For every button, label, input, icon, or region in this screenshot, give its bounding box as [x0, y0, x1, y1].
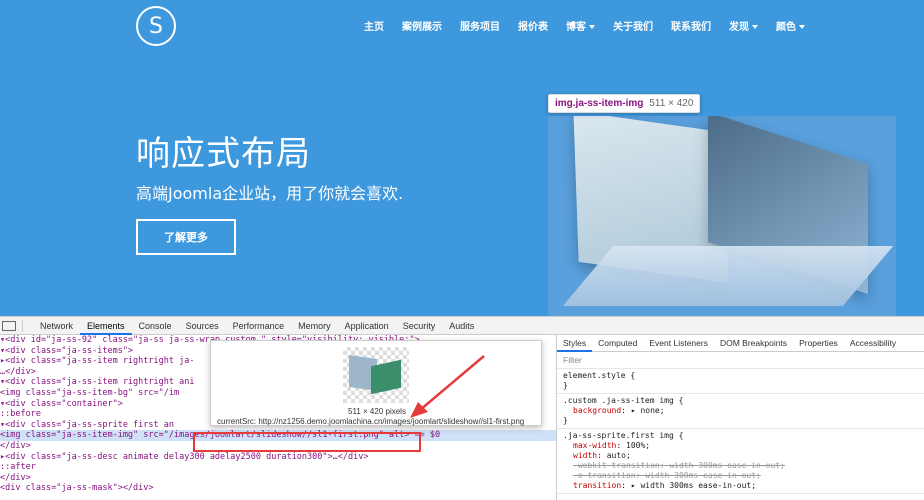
dom-node-line[interactable]: <div class="ja-ss-mask"></div>: [0, 483, 556, 494]
inspected-image-highlight: [548, 116, 896, 316]
tab-event-listeners[interactable]: Event Listeners: [643, 335, 714, 352]
nav-contact-label: 联系我们: [671, 22, 711, 33]
rule-selector[interactable]: .ja-ss-sprite.first img {: [563, 431, 918, 441]
tab-properties[interactable]: Properties: [793, 335, 844, 352]
css-property[interactable]: background: ▸ none;: [563, 406, 918, 416]
slide-image-base: [562, 246, 894, 306]
tab-audits[interactable]: Audits: [442, 317, 481, 335]
css-property[interactable]: transition: ▸ width 300ms ease-in-out;: [563, 481, 918, 491]
website-viewport: S 主页 案例展示 服务项目 报价表 博客 关于我们 联系我们 发现 颜色 响应…: [0, 0, 924, 316]
nav-cases-label: 案例展示: [402, 22, 442, 33]
tooltip-selector: img.ja-ss-item-img: [555, 98, 644, 109]
learn-more-button[interactable]: 了解更多: [136, 219, 236, 255]
property-name: transition: [573, 481, 622, 490]
nav-pricing[interactable]: 报价表: [518, 18, 548, 33]
annotation-arrow-icon: [410, 355, 485, 418]
nav-discover[interactable]: 发现: [729, 18, 758, 33]
main-nav: 主页 案例展示 服务项目 报价表 博客 关于我们 联系我们 发现 颜色: [364, 18, 823, 33]
property-name: width: [573, 451, 598, 460]
property-name: background: [573, 406, 622, 415]
devtools-tabbar: Network Elements Console Sources Perform…: [0, 317, 924, 335]
chevron-down-icon: [752, 25, 758, 29]
thumbnail-shape: [371, 359, 401, 395]
tab-network[interactable]: Network: [33, 317, 80, 335]
tab-computed[interactable]: Computed: [592, 335, 643, 352]
tab-performance[interactable]: Performance: [226, 317, 292, 335]
styles-filter-input[interactable]: Filter: [557, 352, 924, 369]
element-tooltip: img.ja-ss-item-img 511 × 420: [548, 94, 701, 113]
css-property-overridden[interactable]: -webkit-transition: width 300ms ease-in-…: [563, 461, 918, 471]
device-toolbar-icon[interactable]: [2, 320, 16, 331]
nav-about-label: 关于我们: [613, 22, 653, 33]
tab-dom-breakpoints[interactable]: DOM Breakpoints: [714, 335, 793, 352]
chevron-down-icon: [799, 25, 805, 29]
image-preview-popup: 511 × 420 pixels currentSrc: http://nz12…: [210, 340, 542, 426]
css-property[interactable]: max-width: 100%;: [563, 441, 918, 451]
property-value: width 300ms ease-in-out;: [669, 461, 785, 470]
nav-blog[interactable]: 博客: [566, 18, 595, 33]
tabbar-divider: [22, 319, 23, 332]
hero-subtitle: 高端Joomla企业站，用了你就会喜欢.: [136, 184, 404, 203]
dom-node-line[interactable]: ▸<div class="ja-ss-desc animate delay300…: [0, 452, 556, 463]
nav-services[interactable]: 服务项目: [460, 18, 500, 33]
css-rule: .ja-ss-sprite.first img { max-width: 100…: [557, 429, 924, 494]
tooltip-dimensions: 511 × 420: [649, 98, 694, 109]
tab-memory[interactable]: Memory: [291, 317, 338, 335]
nav-pricing-label: 报价表: [518, 22, 548, 33]
site-logo[interactable]: S: [136, 6, 176, 46]
tab-console[interactable]: Console: [132, 317, 179, 335]
css-rule: .custom .ja-ss-item img { background: ▸ …: [557, 394, 924, 429]
nav-home-label: 主页: [364, 22, 384, 33]
property-value: width 300ms ease-in-out;: [645, 471, 761, 480]
nav-blog-label: 博客: [566, 22, 586, 33]
property-value: 100%;: [626, 441, 651, 450]
tab-accessibility[interactable]: Accessibility: [844, 335, 902, 352]
nav-services-label: 服务项目: [460, 22, 500, 33]
nav-about[interactable]: 关于我们: [613, 18, 653, 33]
property-value: auto;: [606, 451, 631, 460]
css-property-overridden[interactable]: -o-transition: width 300ms ease-in-out;: [563, 471, 918, 481]
tab-elements[interactable]: Elements: [80, 317, 132, 335]
property-value: ▸ none;: [630, 406, 665, 415]
tab-application[interactable]: Application: [338, 317, 396, 335]
tab-sources[interactable]: Sources: [179, 317, 226, 335]
hero-title: 响应式布局: [136, 134, 311, 174]
annotation-highlight-box: [193, 432, 421, 452]
css-property[interactable]: width: auto;: [563, 451, 918, 461]
nav-color[interactable]: 颜色: [776, 18, 805, 33]
image-size-text: 511 × 420 pixels: [348, 407, 406, 416]
tab-styles[interactable]: Styles: [557, 335, 593, 352]
logo-letter: S: [149, 13, 163, 39]
dom-node-line[interactable]: ::after: [0, 462, 556, 473]
rule-selector[interactable]: element.style {: [563, 371, 918, 381]
property-name: -o-transition: [573, 471, 636, 480]
css-rule: element.style { }: [557, 369, 924, 394]
rule-close: }: [563, 416, 568, 425]
property-name: max-width: [573, 441, 617, 450]
styles-pane: Styles Computed Event Listeners DOM Brea…: [557, 335, 924, 500]
rule-close: }: [563, 381, 568, 390]
property-name: -webkit-transition: [573, 461, 660, 470]
nav-color-label: 颜色: [776, 22, 796, 33]
nav-contact[interactable]: 联系我们: [671, 18, 711, 33]
nav-home[interactable]: 主页: [364, 18, 384, 33]
styles-tabbar: Styles Computed Event Listeners DOM Brea…: [557, 335, 924, 352]
tab-security[interactable]: Security: [396, 317, 443, 335]
dom-node-line[interactable]: </div>: [0, 473, 556, 484]
chevron-down-icon: [589, 25, 595, 29]
rule-selector[interactable]: .custom .ja-ss-item img {: [563, 396, 918, 406]
nav-discover-label: 发现: [729, 22, 749, 33]
property-value: ▸ width 300ms ease-in-out;: [630, 481, 757, 490]
nav-cases[interactable]: 案例展示: [402, 18, 442, 33]
